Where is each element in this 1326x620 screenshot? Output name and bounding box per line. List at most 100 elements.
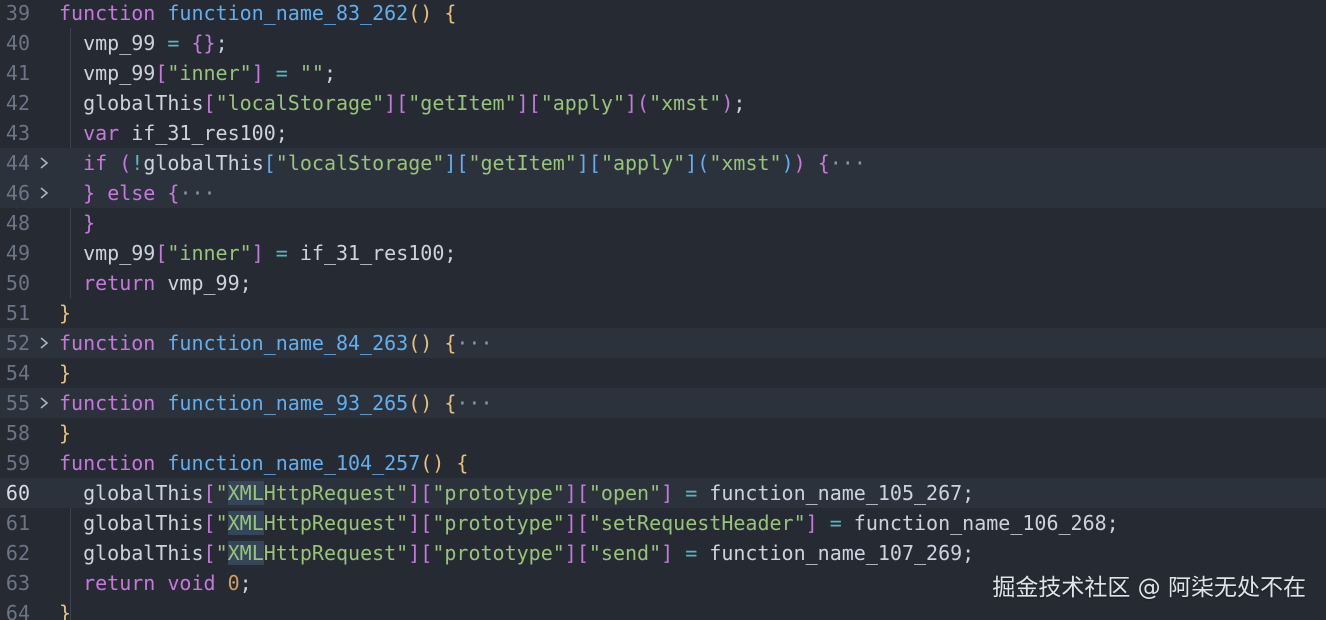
- code-token: ](: [685, 151, 710, 175]
- folded-ellipsis[interactable]: ···: [830, 151, 866, 175]
- code-token: if_31_res100: [287, 241, 445, 265]
- fold-chevron-right-icon[interactable]: [38, 148, 52, 178]
- code-token: vmp_99: [83, 241, 156, 265]
- line-code: function function_name_84_263() {···: [59, 328, 493, 358]
- code-line[interactable]: 58}: [0, 418, 1326, 448]
- code-token: "setRequestHeader": [588, 511, 806, 535]
- line-code: function function_name_93_265() {···: [59, 388, 493, 418]
- code-token: ][: [576, 151, 601, 175]
- code-token: ;: [962, 541, 975, 565]
- line-number: 50: [5, 271, 30, 295]
- fold-chevron-right-icon[interactable]: [38, 178, 52, 208]
- code-line[interactable]: 60 globalThis["XMLHttpRequest"]["prototy…: [0, 478, 1326, 508]
- code-token: }: [59, 301, 72, 325]
- line-number: 60: [5, 481, 30, 505]
- code-token: ": [215, 511, 228, 535]
- code-token: ][: [408, 481, 433, 505]
- line-code: return void 0;: [59, 568, 252, 598]
- code-token: }: [59, 421, 72, 445]
- code-line[interactable]: 44 if (!globalThis["localStorage"]["getI…: [0, 148, 1326, 178]
- code-line[interactable]: 50 return vmp_99;: [0, 268, 1326, 298]
- line-code: vmp_99["inner"] = if_31_res100;: [59, 238, 456, 268]
- code-line[interactable]: 59 function function_name_104_257() {: [0, 448, 1326, 478]
- code-token: ): [721, 91, 734, 115]
- code-line[interactable]: 43 var if_31_res100;: [0, 118, 1326, 148]
- line-number: 48: [5, 211, 30, 235]
- code-editor[interactable]: 39 function function_name_83_262() {40 vm…: [0, 0, 1326, 620]
- code-line[interactable]: 61 globalThis["XMLHttpRequest"]["prototy…: [0, 508, 1326, 538]
- line-number: 59: [5, 451, 30, 475]
- code-line[interactable]: 42 globalThis["localStorage"]["getItem"]…: [0, 88, 1326, 118]
- fold-chevron-right-icon[interactable]: [38, 328, 52, 358]
- code-token: return: [83, 571, 156, 595]
- code-token: function: [59, 331, 156, 355]
- code-line[interactable]: 46 } else {···: [0, 178, 1326, 208]
- code-token: else: [107, 181, 156, 205]
- code-token: ]: [251, 61, 264, 85]
- code-token: [: [203, 91, 216, 115]
- code-line[interactable]: 39 function function_name_83_262() {: [0, 0, 1326, 28]
- code-token: globalThis: [83, 91, 204, 115]
- code-token: ): [781, 151, 794, 175]
- line-number: 51: [5, 301, 30, 325]
- code-token: "inner": [167, 61, 252, 85]
- code-token: ;: [239, 571, 252, 595]
- line-number: 61: [5, 511, 30, 535]
- folded-ellipsis[interactable]: ···: [456, 331, 492, 355]
- code-token: ;: [215, 31, 228, 55]
- code-token: [: [263, 151, 276, 175]
- code-token: ]: [661, 541, 674, 565]
- code-token: =: [167, 31, 180, 55]
- code-line[interactable]: 52 function function_name_84_263() {···: [0, 328, 1326, 358]
- line-number: 44: [5, 151, 30, 175]
- folded-ellipsis[interactable]: ···: [456, 391, 492, 415]
- code-token: }: [83, 181, 96, 205]
- code-line[interactable]: 55 function function_name_93_265() {···: [0, 388, 1326, 418]
- line-code: globalThis["XMLHttpRequest"]["prototype"…: [59, 508, 1119, 538]
- code-token: "": [299, 61, 324, 85]
- code-line[interactable]: 51}: [0, 298, 1326, 328]
- code-token: {: [456, 451, 469, 475]
- code-token: =: [685, 541, 698, 565]
- line-number: 63: [5, 571, 30, 595]
- code-line[interactable]: 49 vmp_99["inner"] = if_31_res100;: [0, 238, 1326, 268]
- line-number: 64: [5, 601, 30, 620]
- code-token: "xmst": [709, 151, 782, 175]
- folded-ellipsis[interactable]: ···: [179, 181, 215, 205]
- code-token: ;: [323, 61, 337, 85]
- code-token: (): [408, 391, 433, 415]
- line-code: return vmp_99;: [59, 268, 252, 298]
- line-number: 49: [5, 241, 30, 265]
- code-token: "send": [588, 541, 662, 565]
- code-line[interactable]: 62 globalThis["XMLHttpRequest"]["prototy…: [0, 538, 1326, 568]
- fold-chevron-right-icon[interactable]: [38, 388, 52, 418]
- code-line[interactable]: 41 vmp_99["inner"] = "";: [0, 58, 1326, 88]
- code-token: ): [793, 151, 806, 175]
- code-token: ](: [625, 91, 650, 115]
- code-token: function_name_93_265: [167, 391, 409, 415]
- line-code: if (!globalThis["localStorage"]["getItem…: [59, 148, 866, 178]
- code-line[interactable]: 48 }: [0, 208, 1326, 238]
- code-line[interactable]: 40 vmp_99 = {};: [0, 28, 1326, 58]
- code-token: "apply": [540, 91, 625, 115]
- code-token: ;: [962, 481, 975, 505]
- line-code: globalThis["localStorage"]["getItem"]["a…: [59, 88, 745, 118]
- code-token: XML: [227, 541, 264, 565]
- code-token: ][: [408, 541, 433, 565]
- code-token: ;: [733, 91, 746, 115]
- code-line[interactable]: 54}: [0, 358, 1326, 388]
- code-token: "apply": [600, 151, 686, 175]
